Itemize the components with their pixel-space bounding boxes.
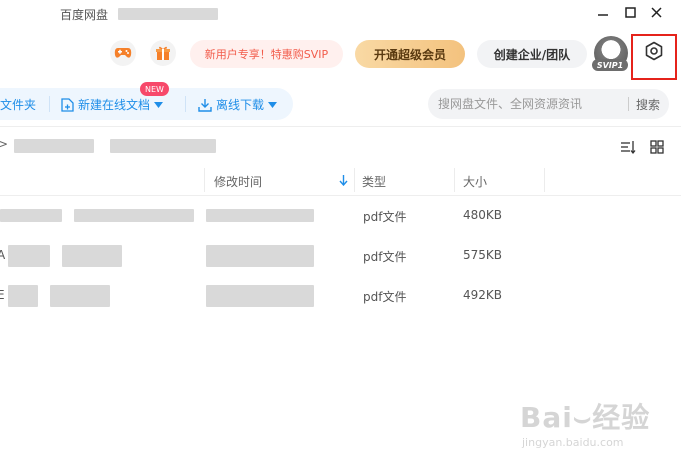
table-row[interactable]: E pdf文件 492KB [0, 276, 681, 316]
new-badge: NEW [140, 82, 169, 96]
new-online-doc-label: 新建在线文档 [78, 98, 151, 112]
column-divider [204, 168, 205, 192]
minimize-icon [598, 14, 608, 16]
caret-down-icon [268, 101, 278, 108]
blurred-modified-time [206, 245, 314, 267]
download-icon [198, 98, 212, 112]
watermark: Bai⌣经验 jingyan.baidu.com [520, 396, 680, 460]
game-button[interactable] [110, 40, 136, 66]
blurred-modified-time [206, 209, 314, 222]
breadcrumb-arrow: > [0, 137, 9, 151]
svip-level-badge: SVIP1 [592, 59, 628, 71]
column-size[interactable]: 大小 [463, 173, 487, 190]
column-type[interactable]: 类型 [362, 173, 386, 190]
column-modified-time[interactable]: 修改时间 [214, 173, 262, 190]
blurred-file-name [50, 285, 110, 307]
table-row[interactable]: pdf文件 480KB [0, 196, 681, 236]
blurred-modified-time [206, 285, 314, 307]
gift-button[interactable] [150, 40, 176, 66]
file-size: 575KB [463, 248, 503, 262]
search-divider [628, 97, 629, 111]
offline-download-label: 离线下载 [216, 98, 265, 112]
file-name-prefix: E [0, 288, 5, 302]
blurred-title-extra [118, 8, 218, 20]
top-header: 新用户专享！特惠购SVIP 开通超级会员 创建企业/团队 SVIP1 [0, 26, 681, 82]
gamepad-icon [114, 48, 132, 58]
watermark-brand: Bai⌣经验 [520, 401, 651, 434]
search-box: 搜索 [428, 89, 669, 119]
maximize-button[interactable] [619, 2, 641, 22]
caret-down-icon [154, 101, 164, 108]
close-button[interactable] [645, 2, 667, 22]
blurred-file-name [62, 245, 122, 267]
title-bar: 百度网盘 [0, 0, 681, 26]
table-row[interactable]: A pdf文件 575KB [0, 236, 681, 276]
file-name-prefix: A [0, 248, 6, 262]
file-type: pdf文件 [363, 290, 407, 304]
svip-promo-button[interactable]: 新用户专享！特惠购SVIP [190, 40, 343, 68]
new-folder-button[interactable]: 文件夹 [0, 96, 36, 113]
blurred-file-name [8, 285, 38, 307]
blurred-breadcrumb[interactable] [110, 139, 216, 153]
new-folder-label: 文件夹 [0, 98, 37, 112]
gift-icon [156, 46, 170, 60]
blurred-file-name [8, 245, 50, 267]
blurred-file-name [74, 209, 194, 222]
column-divider [454, 168, 455, 192]
toolbar-divider [49, 96, 50, 112]
table-header: 修改时间 类型 大小 [0, 164, 681, 196]
blurred-breadcrumb[interactable] [14, 139, 94, 153]
breadcrumb: > [0, 126, 681, 164]
open-vip-button[interactable]: 开通超级会员 [355, 40, 465, 68]
file-size: 480KB [463, 208, 503, 222]
file-size: 492KB [463, 288, 503, 302]
document-icon [61, 97, 74, 112]
blurred-file-name [0, 209, 62, 222]
column-divider [544, 168, 545, 192]
offline-download-button[interactable]: 离线下载 [198, 96, 278, 113]
app-title: 百度网盘 [60, 8, 109, 22]
maximize-icon [624, 6, 636, 18]
search-input[interactable] [438, 89, 618, 119]
settings-highlight-box [631, 34, 677, 80]
file-type: pdf文件 [363, 250, 407, 264]
close-icon [650, 6, 662, 18]
watermark-url: jingyan.baidu.com [522, 436, 624, 449]
new-online-doc-button[interactable]: 新建在线文档 [61, 96, 164, 113]
sort-desc-icon[interactable] [339, 175, 348, 186]
minimize-button[interactable] [592, 2, 614, 22]
toolbar-divider [185, 96, 186, 112]
sort-icon[interactable] [620, 139, 636, 155]
create-business-button[interactable]: 创建企业/团队 [477, 40, 587, 68]
grid-view-icon[interactable] [649, 139, 665, 155]
search-button[interactable]: 搜索 [636, 89, 666, 119]
file-type: pdf文件 [363, 210, 407, 224]
toolbar: 文件夹 新建在线文档 NEW 离线下载 搜索 [0, 82, 681, 126]
column-divider [354, 168, 355, 192]
